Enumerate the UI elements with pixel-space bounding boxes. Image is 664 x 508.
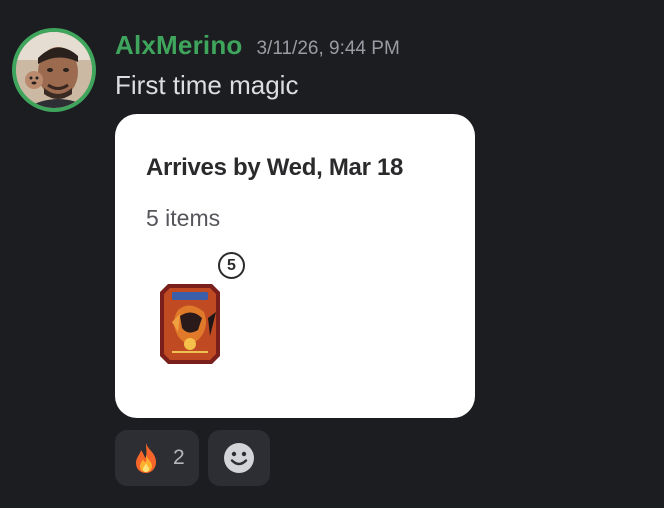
embed-title: Arrives by Wed, Mar 18 (146, 154, 404, 181)
order-embed-card[interactable]: Arrives by Wed, Mar 18 5 items 5 (115, 114, 475, 418)
chat-message: AlxMerino 3/11/26, 9:44 PM First time ma… (0, 0, 664, 508)
quantity-badge: 5 (218, 252, 245, 279)
message-text: First time magic (115, 70, 299, 100)
avatar[interactable] (12, 28, 96, 112)
message-header: AlxMerino 3/11/26, 9:44 PM (115, 30, 400, 64)
message-timestamp: 3/11/26, 9:44 PM (256, 38, 400, 59)
fire-emoji-icon (136, 443, 156, 473)
avatar-image (16, 32, 92, 108)
product-thumbnail (158, 282, 222, 366)
embed-subtitle: 5 items (146, 205, 221, 231)
reactions-bar: 2 (115, 430, 270, 486)
smiley-icon (224, 443, 254, 473)
reaction-count: 2 (173, 446, 185, 469)
author-name[interactable]: AlxMerino (115, 30, 242, 61)
add-reaction-button[interactable] (208, 430, 270, 486)
reaction-fire[interactable]: 2 (115, 430, 199, 486)
